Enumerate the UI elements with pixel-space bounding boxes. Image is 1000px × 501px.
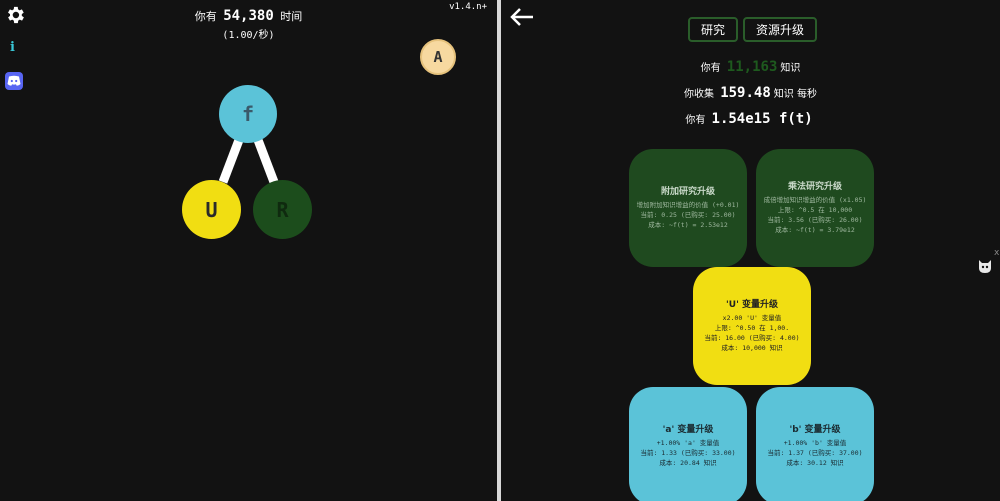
tree-panel: i 你有 54,380 时间 (1.00/秒) v1.4.n+ A f U R (0, 0, 497, 501)
a-variable-upgrade-button[interactable]: 'a' 变量升级 +1.00% 'a' 变量值 当前: 1.33 (已购买: 3… (629, 387, 747, 501)
card-title: 附加研究升级 (660, 187, 715, 197)
card-line: 上限: ^0.5 在 10,000 (777, 206, 853, 214)
u-variable-upgrade-button[interactable]: 'U' 变量升级 x2.00 'U' 变量值 上限: ^0.50 在 1,00.… (693, 267, 811, 385)
tab-resource-upgrade[interactable]: 资源升级 (743, 17, 817, 42)
collect-prefix: 你收集 (684, 89, 715, 100)
connector-f-r (253, 138, 279, 184)
card-line: +1.00% 'b' 变量值 (783, 439, 847, 447)
card-title: 乘法研究升级 (787, 182, 842, 192)
card-line: 当前: 16.00 (已购买: 4.00) (704, 334, 800, 342)
ft-value: 1.54e15 f(t) (711, 111, 813, 127)
card-line: 成本: 20.84 知识 (659, 459, 717, 467)
card-line: 上限: ^0.50 在 1,00. (714, 324, 790, 332)
knowledge-prefix: 你有 (700, 63, 721, 74)
knowledge-counter: 你有 11,163 知识 (501, 59, 1000, 75)
card-line: 当前: 1.33 (已购买: 33.00) (640, 449, 736, 457)
card-line: +1.00% 'a' 变量值 (656, 439, 720, 447)
collect-unit: 知识 每秒 (773, 89, 817, 100)
b-variable-upgrade-button[interactable]: 'b' 变量升级 +1.00% 'b' 变量值 当前: 1.37 (已购买: 3… (756, 387, 874, 501)
card-line: 当前: 1.37 (已购买: 37.00) (767, 449, 863, 457)
knowledge-value: 11,163 (726, 59, 778, 75)
card-line: 成本: 30.12 知识 (786, 459, 844, 467)
card-line: 当前: 0.25 (已购买: 25.00) (640, 211, 736, 219)
ft-counter: 你有 1.54e15 f(t) (501, 111, 1000, 127)
card-line: 成本: ~f(t) = 3.79e12 (775, 226, 855, 234)
additive-research-upgrade-button[interactable]: 附加研究升级 增加附加知识增益的价值 (+0.01) 当前: 0.25 (已购买… (629, 149, 747, 267)
close-icon[interactable]: x (994, 248, 999, 258)
node-f[interactable]: f (219, 85, 277, 143)
card-line: 增加附加知识增益的价值 (+0.01) (636, 201, 740, 209)
node-a[interactable]: A (420, 39, 456, 75)
card-line: 成本: ~f(t) = 2.53e12 (648, 221, 728, 229)
card-title: 'b' 变量升级 (789, 425, 841, 435)
tab-research[interactable]: 研究 (688, 17, 738, 42)
cat-icon[interactable] (977, 258, 993, 274)
card-line: 当前: 3.56 (已购买: 26.00) (767, 216, 863, 224)
ft-prefix: 你有 (685, 115, 706, 126)
back-arrow-icon[interactable] (509, 6, 535, 28)
node-r[interactable]: R (253, 180, 312, 239)
card-title: 'a' 变量升级 (662, 425, 714, 435)
knowledge-unit: 知识 (780, 63, 801, 74)
upgrade-panel: 研究 资源升级 你有 11,163 知识 你收集 159.48 知识 每秒 你有 1… (501, 0, 1000, 501)
multiplicative-research-upgrade-button[interactable]: 乘法研究升级 成倍增加知识增益的价值 (x1.05) 上限: ^0.5 在 10… (756, 149, 874, 267)
card-title: 'U' 变量升级 (726, 300, 778, 310)
card-line: x2.00 'U' 变量值 (722, 314, 782, 322)
card-line: 成倍增加知识增益的价值 (x1.05) (763, 196, 867, 204)
node-u[interactable]: U (182, 180, 241, 239)
collect-rate: 你收集 159.48 知识 每秒 (501, 85, 1000, 101)
tree-connectors (218, 138, 279, 184)
collect-value: 159.48 (720, 85, 771, 101)
connector-f-u (218, 138, 244, 184)
card-line: 成本: 10,000 知识 (721, 344, 783, 352)
